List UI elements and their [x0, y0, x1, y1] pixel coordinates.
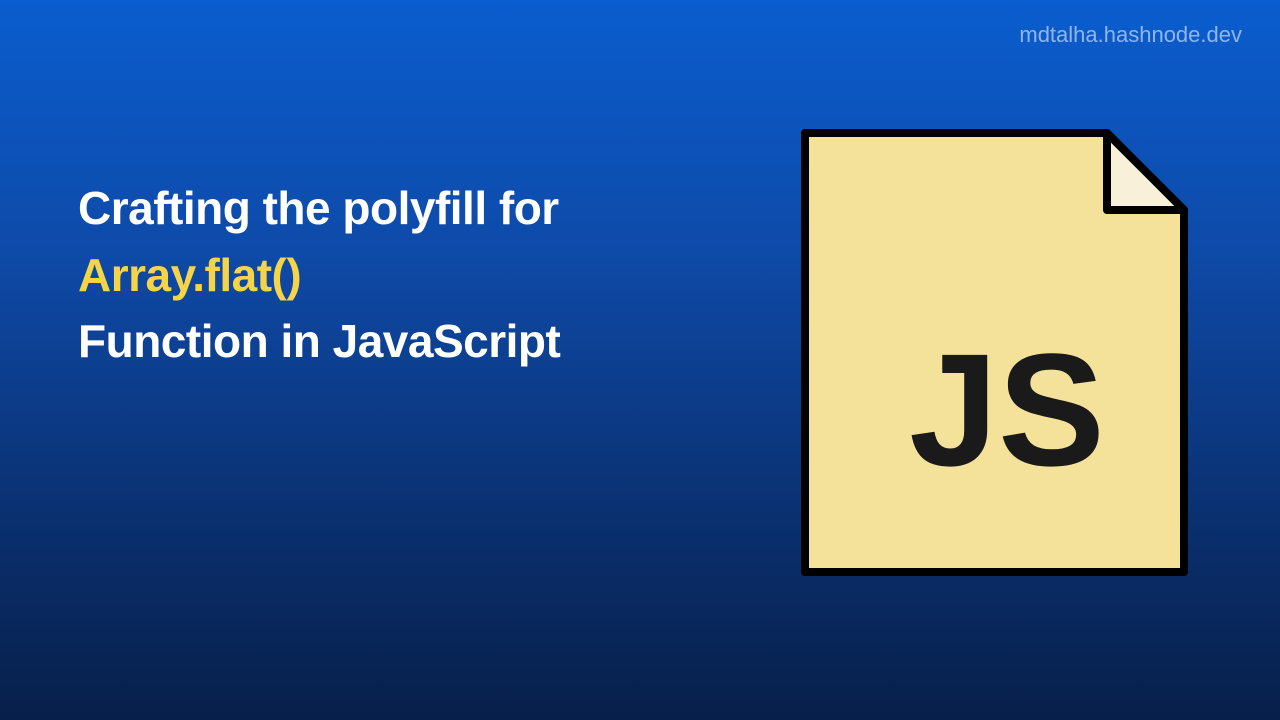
title-line-1: Crafting the polyfill for	[78, 175, 698, 242]
title-line-2: Array.flat()	[78, 242, 698, 309]
site-url: mdtalha.hashnode.dev	[1019, 22, 1242, 48]
article-title: Crafting the polyfill for Array.flat() F…	[78, 175, 698, 375]
headline-container: Crafting the polyfill for Array.flat() F…	[78, 175, 698, 375]
javascript-file-icon: JS	[797, 125, 1192, 580]
js-label: JS	[909, 320, 1105, 499]
title-line-3: Function in JavaScript	[78, 308, 698, 375]
